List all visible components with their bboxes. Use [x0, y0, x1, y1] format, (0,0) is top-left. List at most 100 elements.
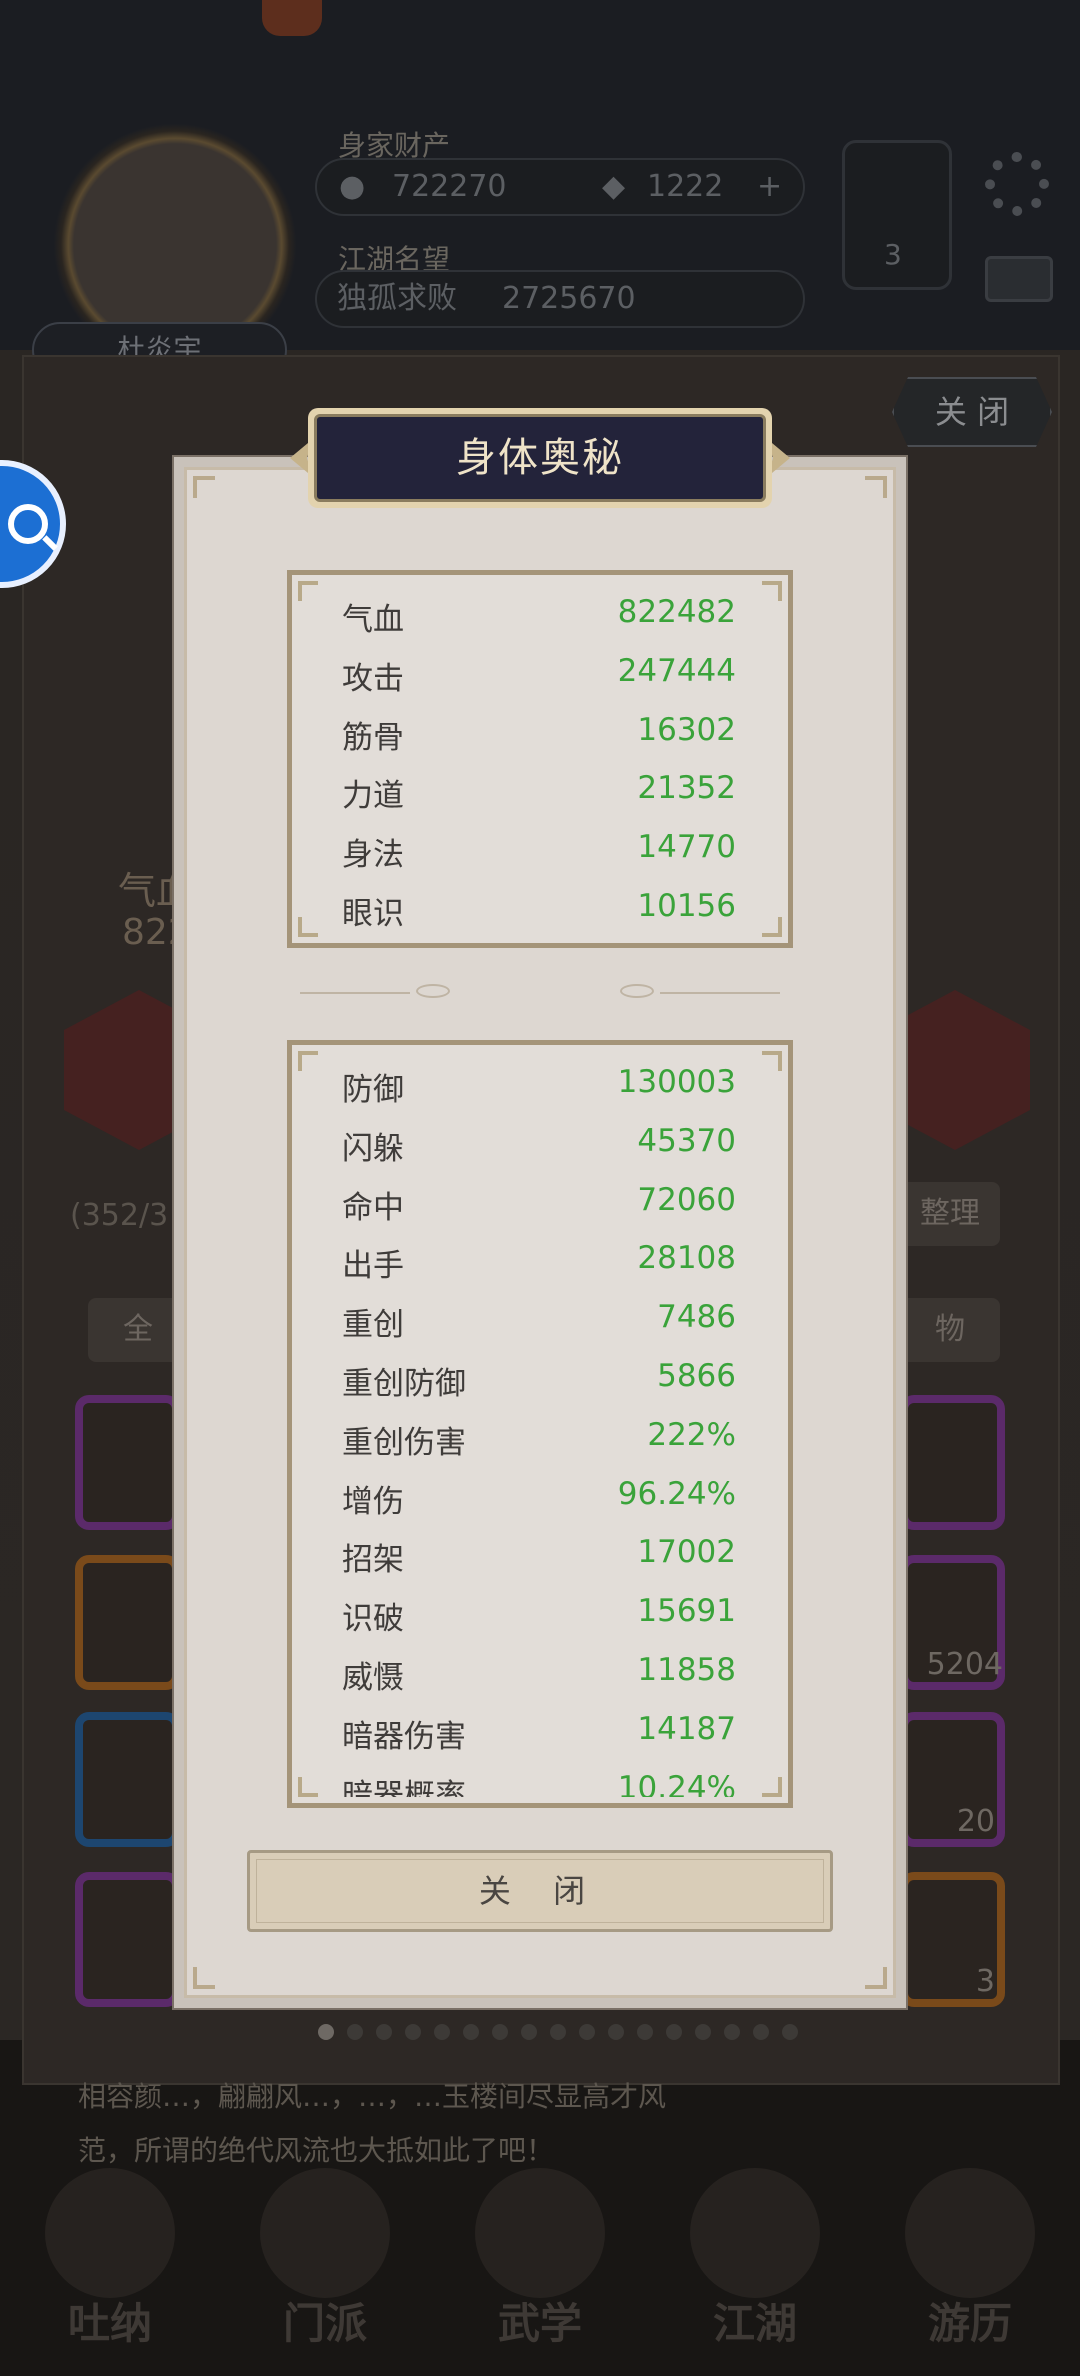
page-dot[interactable]	[376, 2024, 392, 2040]
divider-line	[300, 992, 410, 994]
inventory-item[interactable]: 20	[900, 1712, 1005, 1847]
currency-bar: ● 722270 ◆ 1222 +	[315, 158, 805, 216]
inventory-item[interactable]	[75, 1712, 180, 1847]
nav-label: 游历	[927, 2299, 1012, 2348]
corner-ornament	[762, 581, 782, 601]
stat-value: 96.24%	[617, 1475, 736, 1512]
sect-icon	[260, 2168, 390, 2298]
page-dot[interactable]	[608, 2024, 624, 2040]
stat-value: 15691	[637, 1593, 736, 1630]
stat-label: 身法	[342, 837, 404, 874]
inventory-item[interactable]: 5204	[900, 1555, 1005, 1690]
page-dot[interactable]	[492, 2024, 508, 2040]
nav-jianghu[interactable]: 江湖	[680, 2160, 830, 2376]
stat-value: 21352	[637, 770, 736, 807]
page-dot[interactable]	[318, 2024, 334, 2040]
stat-row: 重创防御 5866	[292, 1346, 788, 1405]
settings-gear-icon[interactable]	[985, 152, 1049, 216]
stat-value: 247444	[617, 652, 736, 689]
page-dot[interactable]	[550, 2024, 566, 2040]
divider-line	[660, 992, 780, 994]
stat-value: 5866	[657, 1357, 736, 1394]
reputation-value: 2725670	[502, 281, 636, 316]
stat-row: 力道 21352	[292, 758, 788, 817]
nav-tuna[interactable]: 吐纳	[35, 2160, 185, 2376]
jianghu-icon	[690, 2168, 820, 2298]
stat-label: 重创	[342, 1307, 404, 1344]
stat-value: 822482	[617, 594, 736, 630]
stat-label: 防御	[342, 1072, 404, 1108]
inventory-item[interactable]: 3	[900, 1872, 1005, 2007]
page-dot[interactable]	[753, 2024, 769, 2040]
tuna-icon	[45, 2168, 175, 2298]
corner-ornament	[865, 476, 887, 498]
stat-label: 增伤	[342, 1483, 404, 1520]
stat-label: 眼识	[342, 895, 404, 932]
corner-ornament	[865, 1967, 887, 1989]
modal-title: 身体奥秘	[314, 414, 766, 502]
page-dot[interactable]	[666, 2024, 682, 2040]
bottom-nav: 吐纳 门派 武学 江湖 游历	[0, 2160, 1080, 2376]
stat-row: 命中 72060	[292, 1170, 788, 1229]
page-dot[interactable]	[405, 2024, 421, 2040]
nav-label: 吐纳	[67, 2299, 152, 2348]
stat-row: 暗器概率 10.24%	[292, 1758, 788, 1797]
stat-value: 14187	[637, 1710, 736, 1747]
divider-ornament	[620, 984, 654, 998]
nav-sect[interactable]: 门派	[250, 2160, 400, 2376]
page-dot[interactable]	[347, 2024, 363, 2040]
stat-row: 闪躲 45370	[292, 1111, 788, 1170]
corner-ornament	[762, 917, 782, 937]
stat-row: 身法 14770	[292, 817, 788, 876]
stat-value: 45370	[637, 1122, 736, 1159]
combat-stats-box[interactable]: 防御 130003 闪躲 45370 命中 72060 出手 28108 重创 7486 重创防御 5…	[287, 1040, 793, 1808]
add-currency-icon[interactable]: +	[757, 160, 782, 214]
stat-label: 招架	[342, 1542, 404, 1579]
stat-label: 暗器伤害	[342, 1718, 466, 1755]
sort-button[interactable]: 整理	[900, 1182, 1000, 1246]
item-count: 3	[975, 1964, 995, 1999]
page-dot[interactable]	[637, 2024, 653, 2040]
page-dot[interactable]	[782, 2024, 798, 2040]
modal-close-button[interactable]: 关 闭	[247, 1850, 833, 1932]
page-dot[interactable]	[434, 2024, 450, 2040]
jade-amount: 1222	[647, 169, 724, 204]
stat-row: 识破 15691	[292, 1581, 788, 1640]
stat-label: 识破	[342, 1601, 404, 1638]
inventory-item[interactable]	[75, 1872, 180, 2007]
page-dot[interactable]	[724, 2024, 740, 2040]
mail-icon[interactable]	[985, 256, 1053, 302]
basic-stats-box: 气血 822482 攻击 247444 筋骨 16302 力道 21352 身法 14770 眼识 1…	[287, 570, 793, 948]
corner-ornament	[298, 1777, 318, 1797]
combat-stats-list[interactable]: 防御 130003 闪躲 45370 命中 72060 出手 28108 重创 7486 重创防御 5…	[292, 1052, 788, 1797]
stat-row: 重创 7486	[292, 1287, 788, 1346]
background-close-button[interactable]: 关 闭	[892, 377, 1052, 447]
item-count: 20	[956, 1804, 995, 1839]
page-dot[interactable]	[463, 2024, 479, 2040]
reputation-bar: 独孤求败 2725670	[315, 270, 805, 328]
nav-travel[interactable]: 游历	[895, 2160, 1045, 2376]
gold-icon: ●	[339, 169, 366, 204]
page-dot[interactable]	[521, 2024, 537, 2040]
page-dot[interactable]	[579, 2024, 595, 2040]
stat-row: 防御 130003	[292, 1052, 788, 1111]
stat-value: 222%	[647, 1416, 736, 1453]
filter-items-tab[interactable]: 物	[900, 1298, 1000, 1362]
nav-martial[interactable]: 武学	[465, 2160, 615, 2376]
stat-label: 命中	[342, 1189, 404, 1226]
page-dot[interactable]	[695, 2024, 711, 2040]
inventory-item[interactable]	[75, 1555, 180, 1690]
corner-ornament	[762, 1051, 782, 1071]
bag-capacity: (352/3	[70, 1198, 169, 1233]
top-logo	[262, 0, 322, 36]
stat-label: 闪躲	[342, 1130, 404, 1167]
divider-ornament	[416, 984, 450, 998]
basic-stats-list: 气血 822482 攻击 247444 筋骨 16302 力道 21352 身法 14770 眼识 1…	[292, 582, 788, 935]
stat-row: 威慑 11858	[292, 1640, 788, 1699]
stat-label: 重创伤害	[342, 1424, 466, 1461]
inventory-item[interactable]	[75, 1395, 180, 1530]
stat-label: 出手	[342, 1248, 404, 1285]
corner-ornament	[762, 1777, 782, 1797]
inventory-item[interactable]	[900, 1395, 1005, 1530]
stat-value: 7486	[657, 1299, 736, 1336]
